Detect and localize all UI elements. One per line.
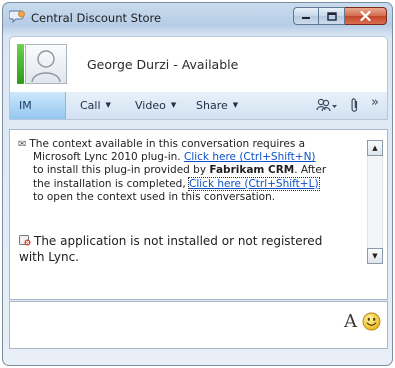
plugin-message-line: the installation is completed, [33,177,189,190]
tab-im-label: IM [19,99,32,112]
close-button[interactable] [345,7,387,25]
plugin-required-message: ✉ The context available in this conversat… [18,138,363,204]
title-bar[interactable]: Central Discount Store [3,3,392,33]
message-input[interactable]: A [9,302,388,349]
maximize-button[interactable] [319,7,345,25]
conversation-history[interactable]: ✉ The context available in this conversat… [9,129,388,299]
scroll-down-button[interactable]: ▼ [367,248,383,264]
share-label: Share [196,99,228,112]
contact-name-status[interactable]: George Durzi - Available [87,57,238,72]
scroll-up-button[interactable]: ▲ [367,140,383,156]
font-button[interactable]: A [344,311,357,332]
minimize-button[interactable] [293,7,319,25]
window-controls [293,7,387,25]
toolbar-overflow-button[interactable]: » [371,95,379,110]
arrow-up-icon: ▲ [372,144,378,152]
chevron-down-icon: ▼ [232,101,239,109]
contact-header: George Durzi - Available [9,36,388,92]
tab-im[interactable]: IM [10,92,66,119]
conversation-window: Central Discount Store George Durzi - Av… [2,2,393,366]
plugin-message-line: to open the context used in this convers… [33,190,276,203]
share-button[interactable]: Share ▼ [196,99,238,112]
error-icon [19,235,31,246]
scroll-track[interactable] [367,156,383,248]
person-silhouette-icon [31,50,61,83]
window-title: Central Discount Store [31,11,162,25]
avatar[interactable] [25,44,67,84]
attach-file-button[interactable] [350,97,360,116]
call-label: Call [80,99,101,112]
presence-indicator [17,44,24,84]
arrow-down-icon: ▼ [372,252,378,260]
chevron-down-icon: ▼ [170,101,177,109]
people-options-icon [316,98,337,112]
conversation-toolbar: IM Call ▼ Video ▼ Share ▼ » [9,92,388,120]
video-button[interactable]: Video ▼ [135,99,176,112]
paperclip-icon [351,98,358,112]
overflow-label: » [371,95,379,110]
plugin-message-line: The context available in this conversati… [29,138,306,150]
plugin-message-line: to install this plug-in provided by [33,164,210,177]
envelope-icon: ✉ [18,139,27,150]
close-icon [360,11,371,21]
maximize-icon [326,11,337,21]
application-error-message: The application is not installed or not … [19,233,364,265]
minimize-icon [302,17,310,19]
call-button[interactable]: Call ▼ [80,99,111,112]
provider-name: Fabrikam CRM [209,164,295,177]
open-context-link[interactable]: Click here (Ctrl+Shift+L) [188,176,320,191]
plugin-message-line: . After [294,164,327,177]
install-plugin-link[interactable]: Click here (Ctrl+Shift+N) [184,151,316,163]
smiley-icon[interactable] [362,312,381,331]
plugin-message-line: Microsoft Lync 2010 plug-in. [33,151,184,164]
error-message-line: The application is not installed or not … [34,234,323,248]
chevron-down-icon: ▼ [105,101,111,109]
people-options-button[interactable] [316,97,338,116]
error-message-line: with Lync. [19,250,79,264]
video-label: Video [135,99,166,112]
conversation-scrollbar[interactable]: ▲ ▼ [367,140,383,264]
conversation-app-icon [9,10,25,24]
